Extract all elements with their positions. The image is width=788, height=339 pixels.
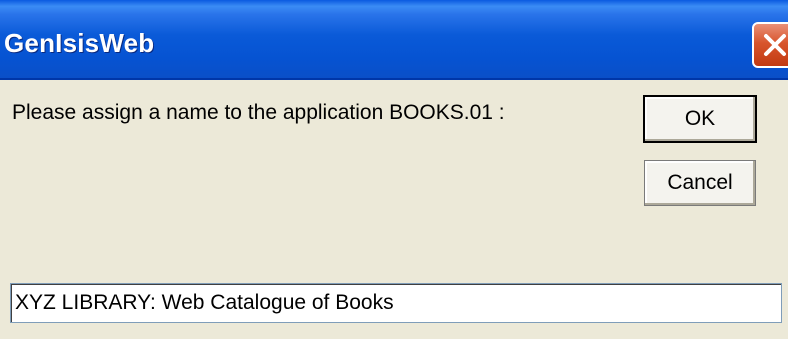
prompt-label: Please assign a name to the application …: [12, 101, 505, 124]
ok-button[interactable]: OK: [643, 95, 757, 143]
close-icon: [764, 34, 786, 56]
window-title: GenIsisWeb: [4, 28, 155, 58]
title-bar[interactable]: GenIsisWeb: [0, 0, 788, 80]
application-name-input[interactable]: [10, 283, 782, 323]
cancel-button[interactable]: Cancel: [644, 160, 756, 206]
dialog-window: GenIsisWeb Please assign a name to the a…: [0, 0, 788, 339]
close-button[interactable]: [752, 22, 788, 68]
